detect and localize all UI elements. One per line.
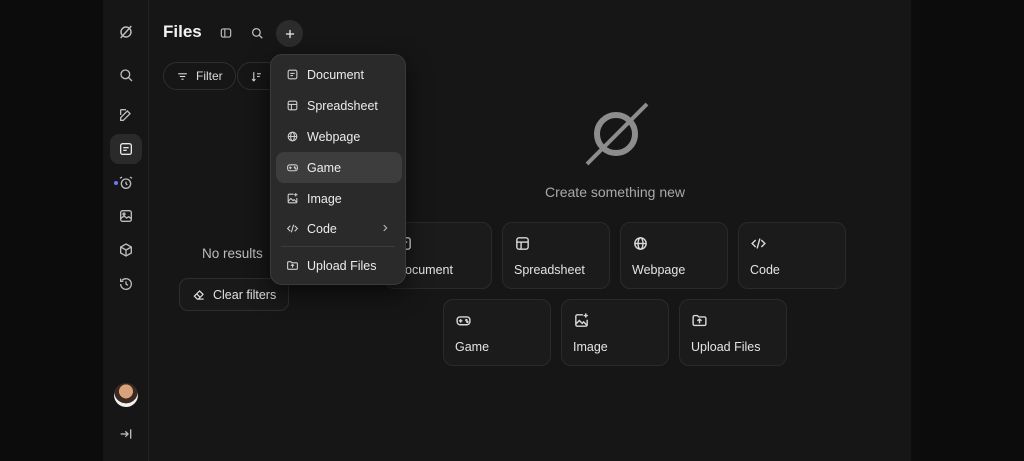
- app-logo-icon[interactable]: [110, 17, 142, 47]
- filter-icon: [178, 72, 187, 80]
- create-title: Create something new: [544, 184, 686, 200]
- folder-upload-icon: [691, 312, 709, 330]
- spreadsheet-icon: [287, 100, 298, 111]
- menu-item-label: Game: [307, 160, 342, 175]
- brand-logo-icon: [581, 102, 651, 166]
- history-icon[interactable]: [110, 269, 142, 299]
- page-title: Files: [163, 22, 202, 41]
- search-icon[interactable]: [110, 60, 142, 90]
- menu-item-document[interactable]: Document: [276, 59, 402, 90]
- document-icon: [287, 69, 298, 80]
- card-label: Image: [573, 340, 608, 354]
- create-card-image[interactable]: Image: [561, 299, 669, 366]
- clear-filters-label: Clear filters: [213, 287, 277, 302]
- search-files-icon[interactable]: [246, 22, 268, 44]
- chevron-right-icon: [383, 224, 388, 232]
- menu-item-label: Image: [307, 191, 342, 206]
- image-sparkle-icon: [287, 193, 298, 204]
- cube-icon[interactable]: [110, 235, 142, 265]
- globe-icon: [632, 235, 650, 253]
- clear-filters-button[interactable]: Clear filters: [179, 278, 290, 311]
- no-results-text: No results: [202, 246, 263, 261]
- filter-button[interactable]: Filter: [163, 62, 236, 90]
- panel-toggle-icon[interactable]: [215, 22, 237, 44]
- eraser-icon: [193, 289, 204, 300]
- menu-item-label: Webpage: [307, 129, 361, 144]
- create-card-game[interactable]: Game: [443, 299, 551, 366]
- create-card-spreadsheet[interactable]: Spreadsheet: [502, 222, 610, 289]
- folder-upload-icon: [287, 261, 298, 270]
- spreadsheet-icon: [514, 235, 532, 253]
- card-label: Game: [455, 340, 490, 354]
- user-avatar[interactable]: [114, 383, 138, 407]
- gamepad-icon: [287, 164, 298, 172]
- expand-sidebar-icon[interactable]: [110, 419, 142, 449]
- card-label: Spreadsheet: [514, 263, 585, 277]
- notification-dot: [114, 181, 118, 185]
- menu-divider: [281, 246, 395, 247]
- create-card-webpage[interactable]: Webpage: [620, 222, 728, 289]
- globe-icon: [287, 131, 298, 142]
- menu-item-label: Spreadsheet: [307, 98, 378, 113]
- menu-item-label: Upload Files: [307, 258, 377, 273]
- menu-item-label: Document: [307, 67, 364, 82]
- gallery-icon[interactable]: [110, 201, 142, 231]
- new-chat-icon[interactable]: [110, 100, 142, 130]
- code-icon: [286, 224, 299, 233]
- menu-item-upload-files[interactable]: Upload Files: [276, 250, 402, 281]
- card-label: Upload Files: [691, 340, 761, 354]
- menu-item-code[interactable]: Code: [276, 213, 402, 244]
- filter-label: Filter: [196, 69, 223, 83]
- gamepad-icon: [455, 312, 473, 330]
- menu-item-spreadsheet[interactable]: Spreadsheet: [276, 90, 402, 121]
- files-icon[interactable]: [110, 134, 142, 164]
- image-sparkle-icon: [573, 312, 591, 330]
- menu-item-webpage[interactable]: Webpage: [276, 121, 402, 152]
- menu-item-game[interactable]: Game: [276, 152, 402, 183]
- card-label: Code: [750, 263, 780, 277]
- card-label: Webpage: [632, 263, 686, 277]
- sort-icon: [251, 71, 261, 82]
- plus-icon: [285, 29, 294, 38]
- new-file-button[interactable]: [276, 20, 303, 47]
- sidebar-rail: [103, 0, 149, 461]
- code-icon: [750, 235, 768, 253]
- menu-item-label: Code: [307, 221, 337, 236]
- alarm-clock-icon[interactable]: [110, 168, 142, 198]
- app-window: Files Filter S No results Clear filters …: [103, 0, 911, 461]
- menu-item-image[interactable]: Image: [276, 183, 402, 214]
- new-file-menu: Document Spreadsheet Webpage Game Image …: [270, 54, 406, 285]
- create-card-upload-files[interactable]: Upload Files: [679, 299, 787, 366]
- create-card-code[interactable]: Code: [738, 222, 846, 289]
